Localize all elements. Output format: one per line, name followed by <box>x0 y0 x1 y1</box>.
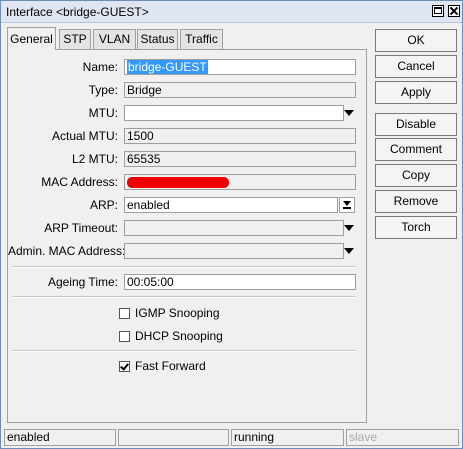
tab-general[interactable]: General <box>7 27 56 50</box>
actual-mtu-label: Actual MTU: <box>51 129 118 143</box>
name-field[interactable]: bridge-GUEST <box>124 59 356 75</box>
name-value: bridge-GUEST <box>127 60 208 74</box>
status-enabled: enabled <box>4 429 116 446</box>
mtu-label: MTU: <box>88 106 118 120</box>
remove-button[interactable]: Remove <box>375 190 457 213</box>
arp-timeout-field[interactable] <box>124 220 344 236</box>
type-label: Type: <box>88 83 118 97</box>
tab-stp[interactable]: STP <box>59 29 91 49</box>
arp-timeout-label: ARP Timeout: <box>44 221 118 235</box>
close-icon[interactable] <box>448 5 460 17</box>
mtu-dropdown-icon[interactable] <box>344 110 354 116</box>
status-slave: slave <box>346 429 459 446</box>
type-field: Bridge <box>124 82 356 98</box>
divider <box>12 350 356 352</box>
copy-button[interactable]: Copy <box>375 164 457 187</box>
dhcp-snooping-checkbox[interactable] <box>119 331 130 342</box>
divider <box>12 266 356 268</box>
maximize-icon[interactable] <box>432 5 444 17</box>
mac-address-field <box>124 174 356 190</box>
dhcp-snooping-label: DHCP Snooping <box>135 329 223 343</box>
arp-label: ARP: <box>89 198 118 212</box>
window-title: Interface <bridge-GUEST> <box>6 5 149 19</box>
admin-mac-field[interactable] <box>124 243 344 259</box>
mac-address-label: MAC Address: <box>41 175 118 189</box>
ageing-time-label: Ageing Time: <box>47 275 118 289</box>
comment-button[interactable]: Comment <box>375 138 457 161</box>
arp-dropdown-icon[interactable] <box>339 197 355 213</box>
interface-window: Interface <bridge-GUEST> General STP VLA… <box>0 0 463 449</box>
tab-status[interactable]: Status <box>137 29 178 49</box>
ok-button[interactable]: OK <box>375 29 457 52</box>
igmp-snooping-checkbox[interactable] <box>119 308 130 319</box>
ageing-time-field[interactable]: 00:05:00 <box>124 274 356 290</box>
status-running: running <box>231 429 344 446</box>
fast-forward-checkbox[interactable] <box>119 361 130 372</box>
admin-mac-label: Admin. MAC Address: <box>8 244 126 258</box>
torch-button[interactable]: Torch <box>375 216 457 239</box>
igmp-snooping-label: IGMP Snooping <box>135 306 220 320</box>
cancel-button[interactable]: Cancel <box>375 55 457 78</box>
redaction-mark <box>127 177 229 188</box>
general-panel: Name: bridge-GUEST Type: Bridge MTU: Act… <box>7 49 367 423</box>
admin-mac-dropdown-icon[interactable] <box>344 248 354 254</box>
l2-mtu-field: 65535 <box>124 151 356 167</box>
status-empty <box>118 429 229 446</box>
divider <box>12 296 356 298</box>
actual-mtu-field: 1500 <box>124 128 356 144</box>
tab-traffic[interactable]: Traffic <box>180 29 223 49</box>
name-label: Name: <box>82 60 118 74</box>
tab-vlan[interactable]: VLAN <box>93 29 136 49</box>
mtu-field[interactable] <box>124 105 344 121</box>
status-bar: enabled running slave <box>1 427 462 448</box>
disable-button[interactable]: Disable <box>375 113 457 136</box>
arp-timeout-dropdown-icon[interactable] <box>344 225 354 231</box>
l2-mtu-label: L2 MTU: <box>71 152 118 166</box>
arp-field[interactable]: enabled <box>124 197 338 213</box>
apply-button[interactable]: Apply <box>375 81 457 104</box>
fast-forward-label: Fast Forward <box>135 359 206 373</box>
title-bar[interactable]: Interface <bridge-GUEST> <box>1 1 462 23</box>
